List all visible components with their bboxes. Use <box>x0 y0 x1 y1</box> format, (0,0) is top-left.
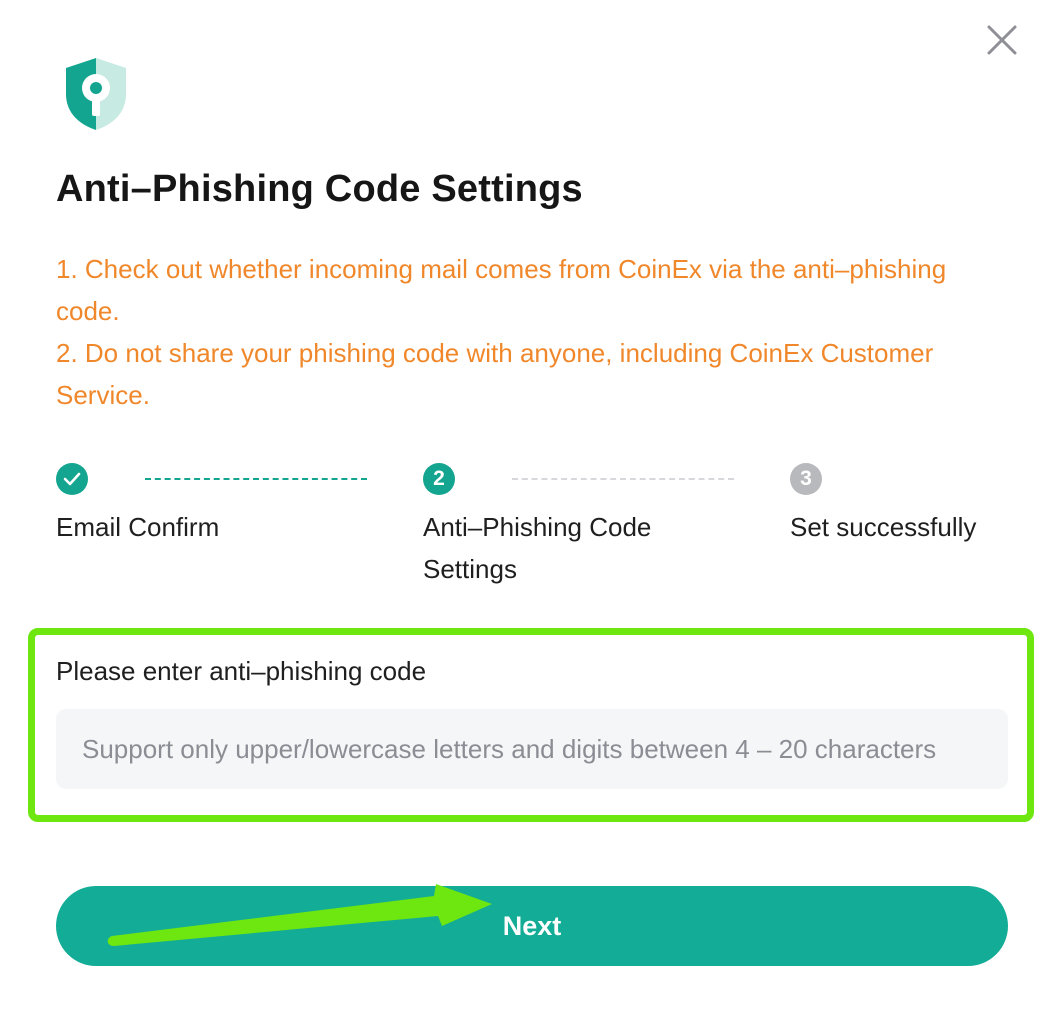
notice-text: 1. Check out whether incoming mail comes… <box>56 248 986 416</box>
close-button[interactable] <box>982 20 1022 60</box>
anti-phishing-dialog: Anti–Phishing Code Settings 1. Check out… <box>0 0 1062 1036</box>
notice-item: 1. Check out whether incoming mail comes… <box>56 254 947 326</box>
step-label-success: Set successfully <box>790 512 977 542</box>
code-field-label: Please enter anti–phishing code <box>56 656 427 686</box>
dialog-title: Anti–Phishing Code Settings <box>56 168 583 210</box>
step-connector-completed <box>145 478 367 480</box>
step-label-email-confirm: Email Confirm <box>56 512 220 542</box>
close-icon <box>987 25 1017 55</box>
step-settings-indicator: 2 <box>423 463 455 495</box>
check-icon <box>63 472 81 486</box>
step-email-confirm-indicator <box>56 463 88 495</box>
anti-phishing-code-input[interactable] <box>56 709 1008 789</box>
step-label-settings: Anti–Phishing Code Settings <box>423 512 652 584</box>
step-connector-pending <box>512 478 734 480</box>
step-success-indicator: 3 <box>790 463 822 495</box>
next-button[interactable]: Next <box>56 886 1008 966</box>
shield-key-icon <box>62 56 130 132</box>
notice-item: 2. Do not share your phishing code with … <box>56 338 934 410</box>
